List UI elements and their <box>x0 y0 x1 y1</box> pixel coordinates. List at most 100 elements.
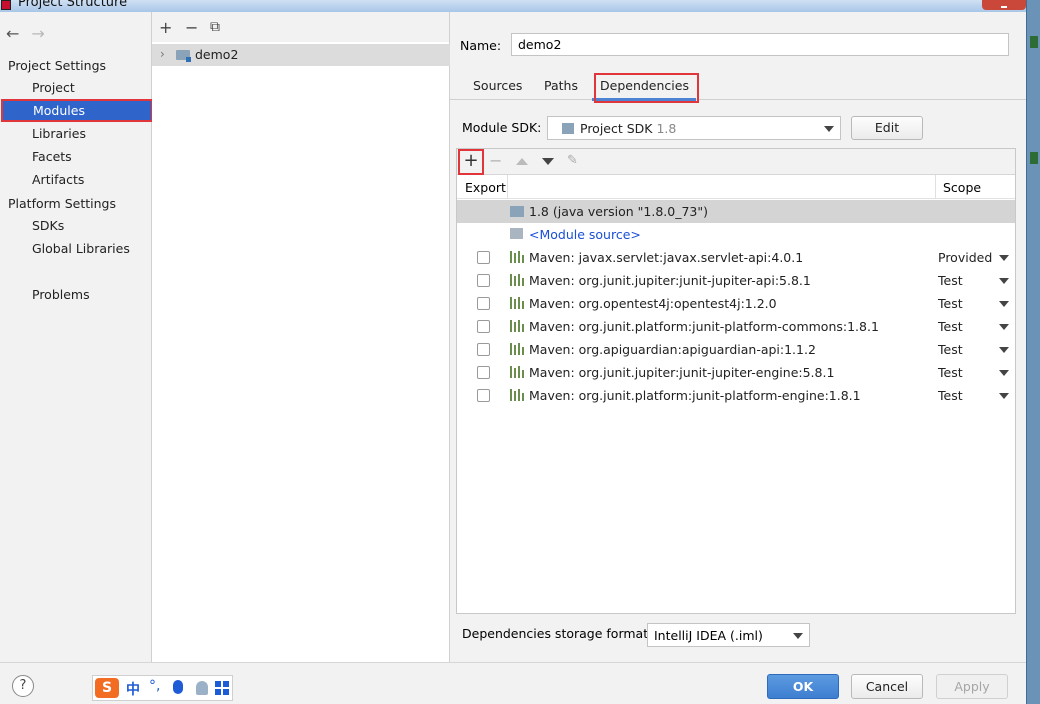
scope-value[interactable]: Test <box>938 365 963 380</box>
ok-button[interactable]: OK <box>767 674 839 699</box>
dependency-row[interactable]: Maven: org.opentest4j:opentest4j:1.2.0 Te… <box>457 292 1015 315</box>
background-marker <box>1030 36 1038 48</box>
scope-value[interactable]: Test <box>938 296 963 311</box>
intellij-app-icon <box>1 0 11 10</box>
remove-module-icon[interactable]: − <box>185 18 198 37</box>
microphone-icon[interactable] <box>173 680 183 694</box>
module-settings-panel: Name: Sources Paths Dependencies Module … <box>450 12 1026 662</box>
scope-value[interactable]: Test <box>938 273 963 288</box>
background-marker <box>1030 152 1038 164</box>
jdk-icon <box>510 206 524 217</box>
dropdown-caret-icon[interactable] <box>999 347 1009 353</box>
close-window-button[interactable] <box>982 0 1026 10</box>
window-title: Project Structure <box>18 0 128 10</box>
export-checkbox[interactable] <box>477 297 490 310</box>
dropdown-caret-icon[interactable] <box>999 255 1009 261</box>
back-arrow-icon[interactable]: ← <box>6 24 19 43</box>
module-sdk-select[interactable]: Project SDK 1.8 <box>547 116 841 140</box>
sidebar-item-global-libraries[interactable]: Global Libraries <box>0 237 152 260</box>
sidebar-item-facets[interactable]: Facets <box>0 145 152 168</box>
dependency-row[interactable]: Maven: org.junit.platform:junit-platform… <box>457 384 1015 407</box>
remove-dependency-icon[interactable]: − <box>489 151 502 170</box>
dropdown-caret-icon[interactable] <box>999 370 1009 376</box>
ime-punctuation[interactable]: °, <box>149 678 160 694</box>
history-navigation: ← → <box>6 24 57 43</box>
dropdown-caret-icon[interactable] <box>999 278 1009 284</box>
dependency-label: 1.8 (java version "1.8.0_73") <box>529 204 708 219</box>
grid-menu-icon[interactable] <box>215 681 229 695</box>
column-divider <box>507 175 508 199</box>
dependency-row[interactable]: Maven: org.junit.platform:junit-platform… <box>457 315 1015 338</box>
column-export-header[interactable]: Export <box>465 180 506 195</box>
export-checkbox[interactable] <box>477 389 490 402</box>
project-settings-header: Project Settings <box>8 58 107 73</box>
export-checkbox[interactable] <box>477 274 490 287</box>
scope-value[interactable]: Test <box>938 388 963 403</box>
dropdown-caret-icon <box>824 126 834 132</box>
dropdown-caret-icon[interactable] <box>999 393 1009 399</box>
sdk-value: Project SDK <box>580 121 653 136</box>
settings-sidebar: ← → Project Settings Project Modules Libr… <box>0 12 153 662</box>
dependency-label: Maven: org.junit.jupiter:junit-jupiter-a… <box>529 273 811 288</box>
storage-format-select[interactable]: IntelliJ IDEA (.iml) <box>647 623 810 647</box>
export-checkbox[interactable] <box>477 320 490 333</box>
user-icon[interactable] <box>196 681 208 695</box>
dependency-label: Maven: org.apiguardian:apiguardian-api:1… <box>529 342 816 357</box>
sidebar-item-problems[interactable]: Problems <box>0 283 152 306</box>
dropdown-caret-icon[interactable] <box>999 301 1009 307</box>
scope-value[interactable]: Provided <box>938 250 992 265</box>
add-module-icon[interactable]: + <box>159 18 172 37</box>
ime-mode[interactable]: 中 <box>126 679 140 699</box>
module-source-label: <Module source> <box>529 227 641 242</box>
copy-module-icon[interactable]: ⧉ <box>210 19 220 35</box>
jdk-dependency-row[interactable]: 1.8 (java version "1.8.0_73") <box>457 200 1015 223</box>
dependency-row[interactable]: Maven: javax.servlet:javax.servlet-api:4… <box>457 246 1015 269</box>
dialog-footer: ? S 中 °, OK Cancel Apply <box>0 662 1026 704</box>
module-tree-row[interactable]: › demo2 <box>152 44 450 66</box>
export-checkbox[interactable] <box>477 343 490 356</box>
dependency-row[interactable]: Maven: org.junit.jupiter:junit-jupiter-a… <box>457 269 1015 292</box>
export-checkbox[interactable] <box>477 251 490 264</box>
cancel-button[interactable]: Cancel <box>851 674 923 699</box>
dependencies-tab-highlight <box>594 73 699 103</box>
dependency-label: Maven: javax.servlet:javax.servlet-api:4… <box>529 250 804 265</box>
help-icon[interactable]: ? <box>12 675 34 697</box>
dependencies-table: + − ✎ Export Scope 1.8 (java version "1.… <box>456 148 1016 614</box>
apply-button[interactable]: Apply <box>936 674 1008 699</box>
maven-library-icon <box>510 251 524 263</box>
sidebar-item-sdks[interactable]: SDKs <box>0 214 152 237</box>
dependency-row[interactable]: Maven: org.junit.jupiter:junit-jupiter-e… <box>457 361 1015 384</box>
module-source-row[interactable]: <Module source> <box>457 223 1015 246</box>
sidebar-item-modules[interactable]: Modules <box>1 99 153 122</box>
dropdown-caret-icon[interactable] <box>999 324 1009 330</box>
edit-pencil-icon[interactable]: ✎ <box>567 153 578 168</box>
add-dependency-button[interactable]: + <box>458 149 484 175</box>
forward-arrow-icon[interactable]: → <box>31 24 44 43</box>
move-down-icon[interactable] <box>542 158 554 165</box>
title-bar: Project Structure <box>0 0 1040 12</box>
sdk-version: 1.8 <box>656 121 677 136</box>
sidebar-item-artifacts[interactable]: Artifacts <box>0 168 152 191</box>
ime-logo[interactable]: S <box>95 678 119 698</box>
dependency-row[interactable]: Maven: org.apiguardian:apiguardian-api:1… <box>457 338 1015 361</box>
jdk-icon <box>562 123 574 134</box>
column-scope-header[interactable]: Scope <box>943 180 981 195</box>
source-folder-icon <box>510 228 523 239</box>
expand-chevron-icon[interactable]: › <box>160 47 165 61</box>
sidebar-item-libraries[interactable]: Libraries <box>0 122 152 145</box>
edit-sdk-button[interactable]: Edit <box>851 116 923 140</box>
module-tree-toolbar: + − ⧉ <box>152 12 449 42</box>
move-up-icon[interactable] <box>516 158 528 165</box>
export-checkbox[interactable] <box>477 366 490 379</box>
storage-format-label: Dependencies storage format: <box>462 626 653 641</box>
scope-value[interactable]: Test <box>938 319 963 334</box>
module-name-field[interactable] <box>511 33 1009 56</box>
scope-value[interactable]: Test <box>938 342 963 357</box>
tab-paths[interactable]: Paths <box>544 78 578 93</box>
maven-library-icon <box>510 274 524 286</box>
dependency-label: Maven: org.junit.jupiter:junit-jupiter-e… <box>529 365 835 380</box>
folder-module-icon <box>176 50 191 62</box>
tab-sources[interactable]: Sources <box>473 78 522 93</box>
sidebar-item-project[interactable]: Project <box>0 76 152 99</box>
column-divider <box>935 175 936 199</box>
